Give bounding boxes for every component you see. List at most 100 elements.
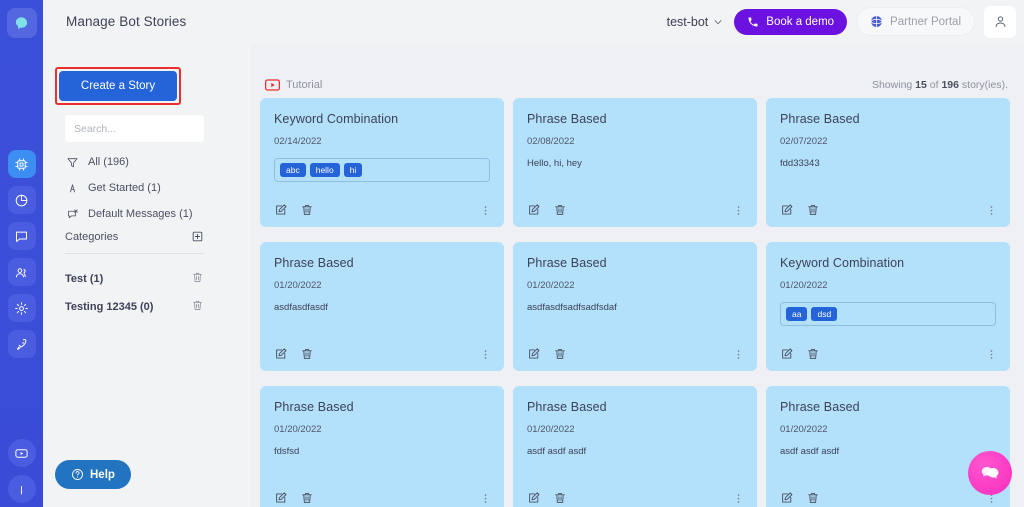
book-a-demo-button[interactable]: Book a demo bbox=[734, 9, 847, 35]
trash-icon bbox=[300, 347, 314, 361]
trash-icon bbox=[300, 491, 314, 505]
rail-item-videos[interactable] bbox=[8, 439, 36, 467]
stories-sidebar: Create a Story All (196)Get Started (1)D… bbox=[43, 43, 251, 507]
rail-item-analytics[interactable] bbox=[8, 186, 36, 214]
story-card[interactable]: Keyword Combination02/14/2022abchellohi bbox=[260, 98, 504, 227]
story-card[interactable]: Phrase Based02/08/2022Hello, hi, hey bbox=[513, 98, 757, 227]
story-more-button[interactable] bbox=[479, 348, 492, 361]
story-card[interactable]: Phrase Based 01/20/2022 fdsfsd bbox=[260, 386, 504, 507]
chip-bot-icon bbox=[14, 157, 29, 172]
filter-list: All (196)Get Started (1)Default Messages… bbox=[65, 149, 225, 227]
page-title: Manage Bot Stories bbox=[66, 14, 186, 29]
create-story-button[interactable]: Create a Story bbox=[59, 71, 177, 101]
more-vertical-icon bbox=[732, 204, 745, 217]
keyword-tag: dsd bbox=[811, 307, 837, 322]
story-more-button[interactable] bbox=[732, 492, 745, 505]
story-card[interactable]: Phrase Based01/20/2022asdf asdf asdf bbox=[766, 386, 1010, 507]
filter-item-1[interactable]: Get Started (1) bbox=[65, 175, 225, 201]
help-button[interactable]: Help bbox=[55, 460, 131, 489]
search-input[interactable] bbox=[65, 115, 204, 142]
rail-item-bot[interactable] bbox=[8, 150, 36, 178]
story-card-actions bbox=[780, 491, 998, 505]
story-delete-button[interactable] bbox=[300, 491, 314, 505]
story-edit-button[interactable] bbox=[780, 491, 794, 505]
story-delete-button[interactable] bbox=[553, 347, 567, 361]
category-item-0[interactable]: Test (1) bbox=[65, 265, 204, 293]
keyword-tag: hi bbox=[344, 163, 363, 178]
story-edit-button[interactable] bbox=[527, 347, 541, 361]
story-edit-button[interactable] bbox=[780, 203, 794, 217]
book-a-demo-label: Book a demo bbox=[766, 16, 834, 28]
profile-button[interactable] bbox=[984, 6, 1016, 38]
chat-widget-button[interactable] bbox=[968, 451, 1012, 495]
funnel-icon bbox=[66, 156, 79, 169]
story-card[interactable]: Phrase Based01/20/2022asdf asdf asdf bbox=[513, 386, 757, 507]
category-delete-button[interactable] bbox=[191, 271, 204, 287]
rail-item-users[interactable] bbox=[8, 258, 36, 286]
story-more-button[interactable] bbox=[985, 204, 998, 217]
story-card-text: Hello, hi, hey bbox=[527, 158, 743, 169]
story-edit-button[interactable] bbox=[527, 203, 541, 217]
story-more-button[interactable] bbox=[732, 348, 745, 361]
story-more-button[interactable] bbox=[479, 492, 492, 505]
rail-item-launch[interactable] bbox=[8, 330, 36, 358]
showing-mid: of bbox=[927, 79, 942, 91]
story-edit-button[interactable] bbox=[527, 491, 541, 505]
story-more-button[interactable] bbox=[985, 348, 998, 361]
story-card-date: 01/20/2022 bbox=[274, 424, 490, 435]
rail-item-settings[interactable] bbox=[8, 294, 36, 322]
add-box-icon[interactable] bbox=[191, 230, 204, 243]
left-nav-rail bbox=[0, 0, 43, 507]
story-card[interactable]: Phrase Based02/07/2022fdd33343 bbox=[766, 98, 1010, 227]
story-more-button[interactable] bbox=[479, 204, 492, 217]
question-circle-icon bbox=[71, 468, 84, 481]
rail-item-docs[interactable] bbox=[8, 475, 36, 503]
filter-item-0[interactable]: All (196) bbox=[65, 149, 225, 175]
story-edit-button[interactable] bbox=[274, 347, 288, 361]
story-card-title: Keyword Combination bbox=[780, 256, 996, 270]
story-delete-button[interactable] bbox=[806, 203, 820, 217]
story-card[interactable]: Phrase Based01/20/2022asdfasdfasdf bbox=[260, 242, 504, 371]
story-card-actions bbox=[274, 203, 492, 217]
edit-icon bbox=[274, 203, 288, 217]
category-delete-button[interactable] bbox=[191, 299, 204, 315]
story-delete-button[interactable] bbox=[300, 203, 314, 217]
story-delete-button[interactable] bbox=[806, 491, 820, 505]
book-icon bbox=[14, 482, 29, 497]
user-icon bbox=[993, 14, 1008, 29]
story-card-title: Phrase Based bbox=[527, 400, 743, 414]
edit-icon bbox=[527, 347, 541, 361]
rail-item-conversations[interactable] bbox=[8, 222, 36, 250]
story-card-text: fdsfsd bbox=[274, 446, 490, 457]
story-delete-button[interactable] bbox=[806, 347, 820, 361]
filter-item-2[interactable]: Default Messages (1) bbox=[65, 201, 225, 227]
keyword-tag: abc bbox=[280, 163, 306, 178]
category-item-1[interactable]: Testing 12345 (0) bbox=[65, 293, 204, 321]
story-delete-button[interactable] bbox=[300, 347, 314, 361]
story-card-date: 02/08/2022 bbox=[527, 136, 743, 147]
story-card-text: asdfasdfsadfsadfsdaf bbox=[527, 302, 743, 313]
more-vertical-icon bbox=[732, 348, 745, 361]
tutorial-link[interactable]: Tutorial bbox=[265, 79, 322, 91]
edit-icon bbox=[780, 491, 794, 505]
story-card[interactable]: Keyword Combination01/20/2022aadsd bbox=[766, 242, 1010, 371]
story-card-date: 01/20/2022 bbox=[780, 424, 996, 435]
bot-selector[interactable]: test-bot bbox=[665, 11, 726, 33]
help-label: Help bbox=[90, 469, 115, 481]
play-video-icon bbox=[265, 79, 280, 91]
story-delete-button[interactable] bbox=[553, 203, 567, 217]
message-off-icon bbox=[66, 208, 79, 221]
partner-portal-button[interactable]: Partner Portal bbox=[856, 7, 975, 36]
story-card-title: Phrase Based bbox=[274, 400, 490, 414]
app-logo[interactable] bbox=[7, 8, 37, 38]
story-card[interactable]: Phrase Based01/20/2022asdfasdfsadfsadfsd… bbox=[513, 242, 757, 371]
story-edit-button[interactable] bbox=[274, 491, 288, 505]
gear-icon bbox=[14, 301, 29, 316]
story-card-date: 02/07/2022 bbox=[780, 136, 996, 147]
story-delete-button[interactable] bbox=[553, 491, 567, 505]
story-more-button[interactable] bbox=[732, 204, 745, 217]
chat-icon bbox=[14, 229, 29, 244]
story-edit-button[interactable] bbox=[780, 347, 794, 361]
story-edit-button[interactable] bbox=[274, 203, 288, 217]
more-vertical-icon bbox=[479, 348, 492, 361]
